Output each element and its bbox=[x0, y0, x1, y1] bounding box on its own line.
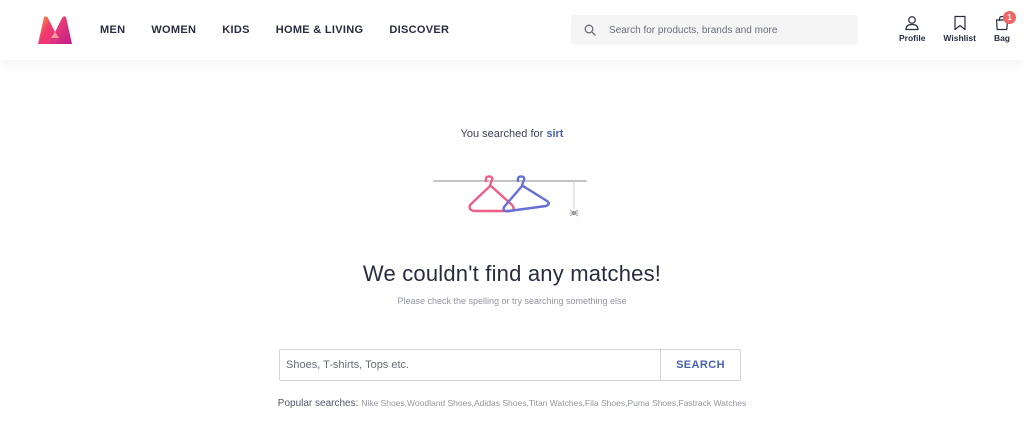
popular-link[interactable]: Fila Shoes bbox=[585, 398, 625, 408]
header-actions: Profile Wishlist 1 Bag bbox=[881, 11, 1016, 43]
nav-discover[interactable]: DISCOVER bbox=[389, 24, 449, 36]
popular-link[interactable]: Fastrack Watches bbox=[679, 398, 747, 408]
searched-prefix: You searched for bbox=[460, 128, 544, 140]
popular-link[interactable]: Titan Watches bbox=[529, 398, 583, 408]
empty-hangers-illustration bbox=[433, 175, 587, 217]
header-search-input[interactable] bbox=[609, 15, 858, 45]
myntra-logo-icon[interactable] bbox=[36, 14, 74, 46]
popular-link[interactable]: Nike Shoes bbox=[361, 398, 404, 408]
bag-label: Bag bbox=[993, 33, 1010, 43]
main-nav: MEN WOMEN KIDS HOME & LIVING DISCOVER bbox=[100, 0, 475, 60]
popular-link[interactable]: Adidas Shoes bbox=[474, 398, 526, 408]
popular-link[interactable]: Woodland Shoes bbox=[407, 398, 472, 408]
popular-searches-links: Nike Shoes,Woodland Shoes,Adidas Shoes,T… bbox=[361, 398, 747, 408]
bag-button[interactable]: 1 Bag bbox=[993, 11, 1016, 43]
no-match-subtitle: Please check the spelling or try searchi… bbox=[397, 296, 627, 306]
wishlist-label: Wishlist bbox=[943, 33, 976, 43]
profile-label: Profile bbox=[898, 33, 926, 43]
searched-term: sirt bbox=[546, 128, 564, 140]
top-header: MEN WOMEN KIDS HOME & LIVING DISCOVER Pr… bbox=[0, 0, 1024, 60]
nav-kids[interactable]: KIDS bbox=[222, 24, 249, 36]
search-button[interactable]: SEARCH bbox=[660, 350, 740, 380]
wishlist-button[interactable]: Wishlist bbox=[943, 14, 976, 43]
retry-search-bar: SEARCH bbox=[279, 349, 741, 381]
no-match-title: We couldn't find any matches! bbox=[362, 261, 662, 286]
searched-for-text: You searched for sirt bbox=[0, 128, 1024, 140]
spider-icon bbox=[569, 209, 579, 217]
profile-button[interactable]: Profile bbox=[899, 14, 925, 43]
popular-link[interactable]: Puma Shoes bbox=[627, 398, 676, 408]
popular-searches: Popular searches: Nike Shoes,Woodland Sh… bbox=[0, 398, 1024, 409]
nav-home-living[interactable]: HOME & LIVING bbox=[276, 24, 364, 36]
retry-search-input[interactable] bbox=[280, 350, 660, 380]
header-search-box bbox=[571, 15, 858, 45]
popular-searches-label: Popular searches: bbox=[277, 398, 359, 409]
wishlist-bookmark-icon bbox=[953, 14, 967, 32]
profile-icon bbox=[904, 14, 920, 32]
search-icon[interactable] bbox=[571, 24, 609, 36]
nav-men[interactable]: MEN bbox=[100, 24, 125, 36]
bag-count-badge: 1 bbox=[1002, 11, 1016, 24]
nav-women[interactable]: WOMEN bbox=[151, 24, 196, 36]
